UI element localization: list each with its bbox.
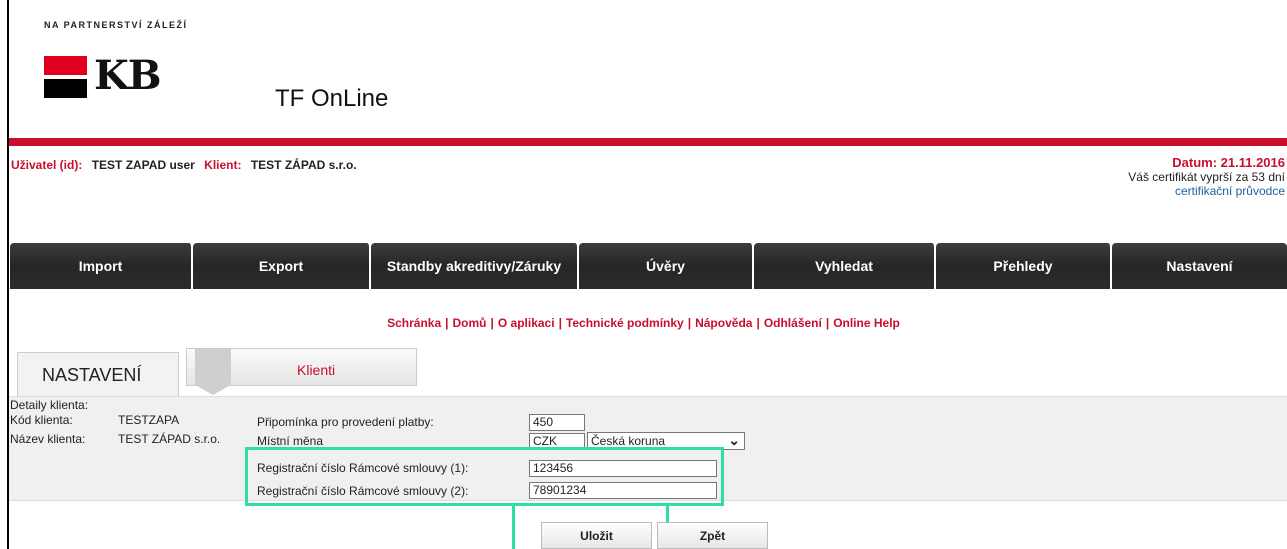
app-title: TF OnLine [275, 85, 389, 112]
kb-logo-text: KB [94, 52, 162, 99]
client-value: TEST ZÁPAD s.r.o. [250, 158, 357, 172]
nav-import[interactable]: Import [10, 243, 193, 289]
link-o-aplikaci[interactable]: O aplikaci [498, 316, 555, 330]
client-code-label: Kód klienta: [10, 413, 73, 427]
client-code-value: TESTZAPA [118, 413, 180, 427]
nav-standby[interactable]: Standby akreditivy/Záruky [371, 243, 579, 289]
client-label: Klient: [204, 158, 242, 172]
currency-selected: Česká koruna [591, 434, 666, 448]
nav-uvery[interactable]: Úvěry [579, 243, 754, 289]
link-odhlaseni[interactable]: Odhlášení [764, 316, 822, 330]
user-label: Uživatel (id): [11, 158, 83, 172]
cert-expiry: Váš certifikát vyprší za 53 dní [1128, 170, 1285, 184]
link-napoveda[interactable]: Nápověda [695, 316, 752, 330]
kb-logo: KB [44, 52, 204, 99]
link-domu[interactable]: Domů [453, 316, 487, 330]
chevron-down-icon: ⌄ [728, 432, 740, 448]
tab-klienti-label: Klienti [297, 362, 336, 378]
nav-nastaveni[interactable]: Nastavení [1112, 243, 1287, 289]
save-button[interactable]: Uložit [541, 522, 652, 549]
user-info: Uživatel (id): TEST ZAPAD user Klient: T… [11, 158, 363, 172]
date-info: Datum: 21.11.2016 Váš certifikát vyprší … [1128, 155, 1285, 199]
tab-klienti[interactable]: Klienti [186, 348, 417, 395]
client-name-value: TEST ZÁPAD s.r.o. [118, 432, 221, 446]
nav-vyhledat[interactable]: Vyhledat [754, 243, 936, 289]
details-title: Detaily klienta: [10, 398, 89, 412]
nav-export[interactable]: Export [193, 243, 371, 289]
reminder-input[interactable]: 450 [529, 414, 585, 431]
kb-logo-mark [44, 56, 87, 98]
utility-links: Schránka | Domů | O aplikaci | Technické podmí… [387, 316, 900, 330]
header-divider [9, 138, 1287, 146]
nav-prehledy[interactable]: Přehledy [936, 243, 1112, 289]
client-name-label: Název klienta: [10, 432, 86, 446]
current-date: Datum: 21.11.2016 [1172, 155, 1285, 170]
link-schranka[interactable]: Schránka [387, 316, 441, 330]
link-online-help[interactable]: Online Help [833, 316, 900, 330]
cert-guide-link[interactable]: certifikační průvodce [1175, 184, 1285, 198]
back-button[interactable]: Zpět [657, 522, 768, 549]
highlight-line-left [512, 505, 515, 549]
link-technicke-podminky[interactable]: Technické podmínky [566, 316, 684, 330]
reminder-label: Připomínka pro provedení platby: [257, 415, 434, 429]
user-value: TEST ZAPAD user [91, 158, 195, 172]
tab-nastaveni-label: NASTAVENÍ [42, 365, 142, 385]
bank-tagline: NA PARTNERSTVÍ ZÁLEŽÍ [44, 20, 188, 30]
tab-nastaveni[interactable]: NASTAVENÍ [17, 352, 179, 396]
main-nav: Import Export Standby akreditivy/Záruky … [10, 243, 1287, 289]
tab-notch-icon [195, 349, 231, 395]
currency-label: Místní měna [257, 434, 324, 448]
highlight-box [245, 447, 724, 506]
